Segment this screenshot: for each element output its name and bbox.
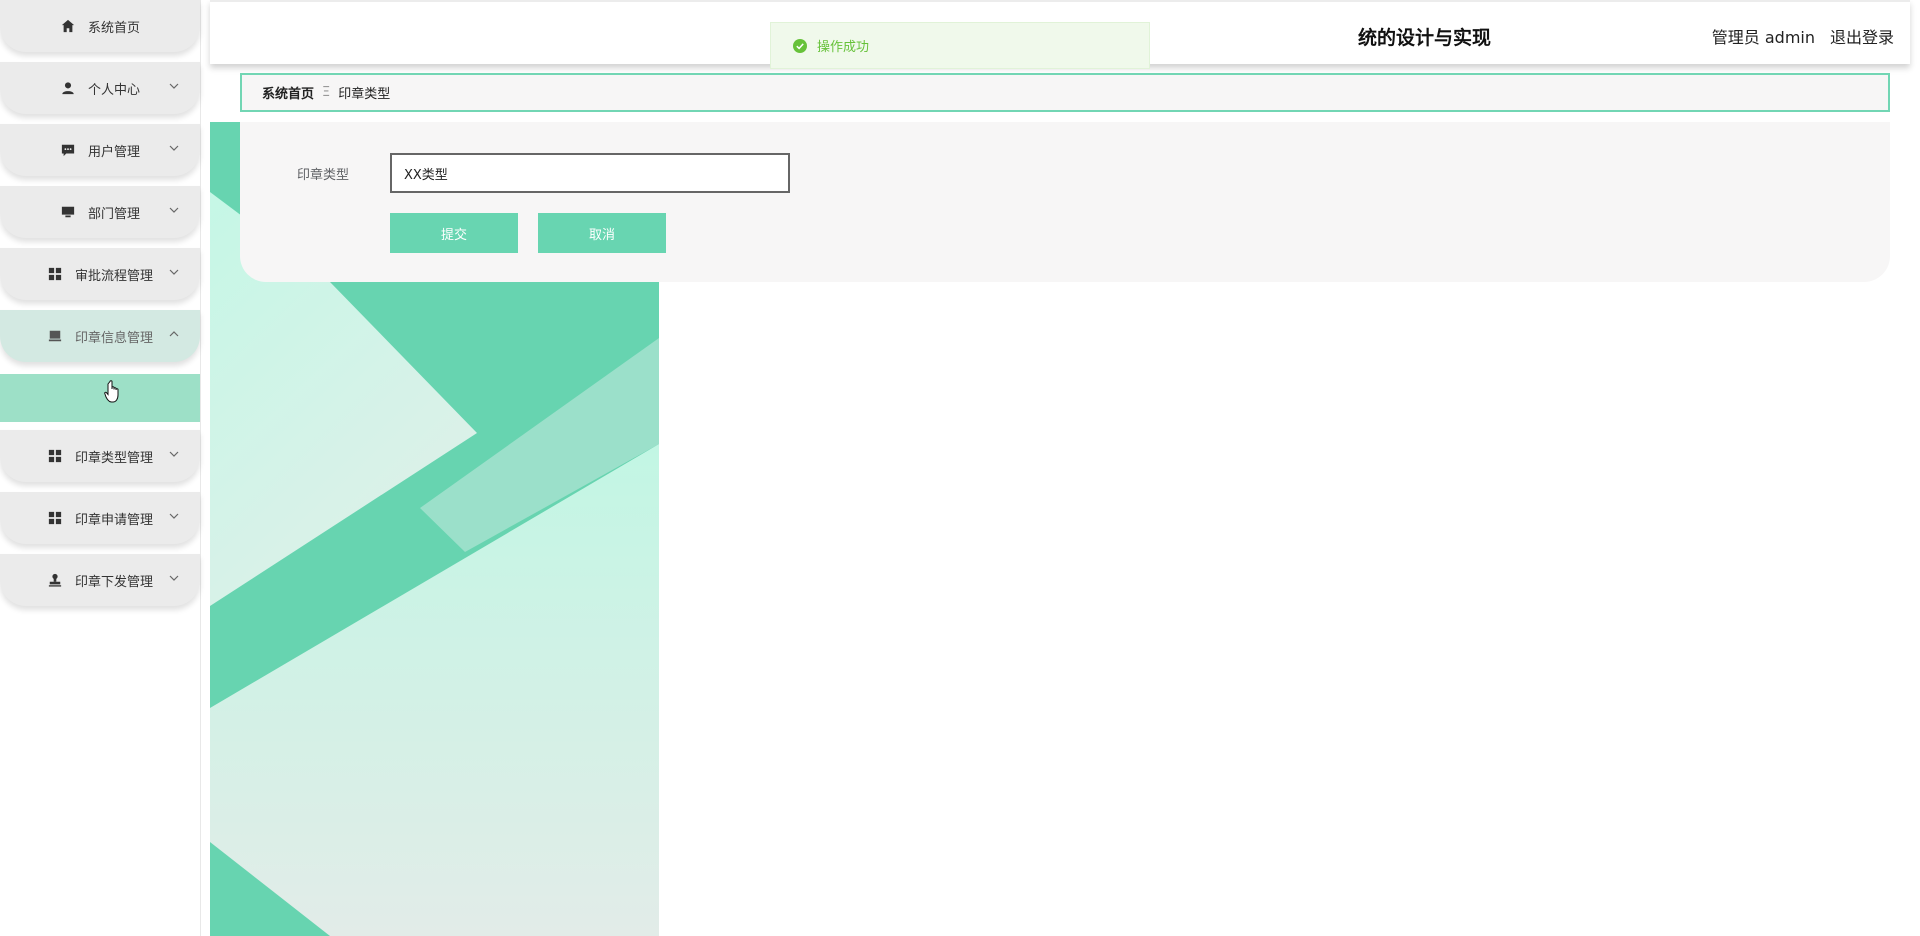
grid-icon [47,266,63,282]
chevron-down-icon [169,451,179,457]
breadcrumb-current: 印章类型 [338,87,391,102]
chevron-up-icon [169,331,179,337]
toast-message: 操作成功 [817,40,870,55]
chat-icon [60,142,76,158]
seal-type-label: 印章类型 [297,168,350,183]
chevron-down-icon [169,513,179,519]
sidebar-item-label: 用户管理 [87,144,140,160]
sidebar-item-approval-flow-management[interactable]: 审批流程管理 [0,248,200,300]
success-toast: 操作成功 [770,22,1150,69]
user-icon [60,80,76,96]
chevron-down-icon [169,83,179,89]
current-user: 管理员 admin [1711,28,1815,47]
home-icon [60,18,76,34]
sidebar-item-seal-type-management[interactable]: 印章类型管理 [0,430,200,482]
sidebar-item-department-management[interactable]: 部门管理 [0,186,200,238]
sidebar: 系统首页 个人中心 用户管理 部门管理 审批流程管理 印章信息管理 印章类型管理… [0,0,201,936]
sidebar-item-seal-application-management[interactable]: 印章申请管理 [0,492,200,544]
sidebar-item-user-management[interactable]: 用户管理 [0,124,200,176]
monitor-icon [60,204,76,220]
box-icon [47,328,63,344]
check-circle-icon [793,38,807,53]
chevron-down-icon [169,145,179,151]
submit-button[interactable]: 提交 [390,213,518,253]
chevron-down-icon [169,269,179,275]
breadcrumb-home[interactable]: 系统首页 [262,83,314,102]
hand-cursor-icon [104,380,119,403]
sidebar-item-label: 审批流程管理 [74,268,153,284]
sidebar-item-label: 印章类型管理 [74,450,153,466]
chevron-down-icon [169,575,179,581]
logout-link[interactable]: 退出登录 [1830,24,1894,48]
cancel-button[interactable]: 取消 [538,213,666,253]
sidebar-item-seal-issue-management[interactable]: 印章下发管理 [0,554,200,606]
grid-icon [47,448,63,464]
submenu-item-active[interactable] [0,374,200,422]
breadcrumb-separator: Ξ [322,85,331,100]
sidebar-item-personal-center[interactable]: 个人中心 [0,62,200,114]
stamp-icon [47,572,63,588]
sidebar-item-label: 印章下发管理 [74,574,153,590]
sidebar-item-seal-info-management[interactable]: 印章信息管理 [0,310,200,362]
sidebar-item-label: 个人中心 [87,82,140,98]
sidebar-item-label: 系统首页 [87,20,140,36]
sidebar-item-home[interactable]: 系统首页 [0,0,200,52]
sidebar-item-label: 部门管理 [87,206,140,222]
sidebar-item-label: 印章信息管理 [74,330,153,346]
seal-type-input[interactable] [390,153,790,193]
grid-icon [47,510,63,526]
form-card: 印章类型 提交 取消 [240,122,1890,282]
chevron-down-icon [169,207,179,213]
page-title: 统的设计与实现 [1358,27,1492,49]
sidebar-item-label: 印章申请管理 [74,512,153,528]
breadcrumb: 系统首页 Ξ 印章类型 [240,73,1890,112]
